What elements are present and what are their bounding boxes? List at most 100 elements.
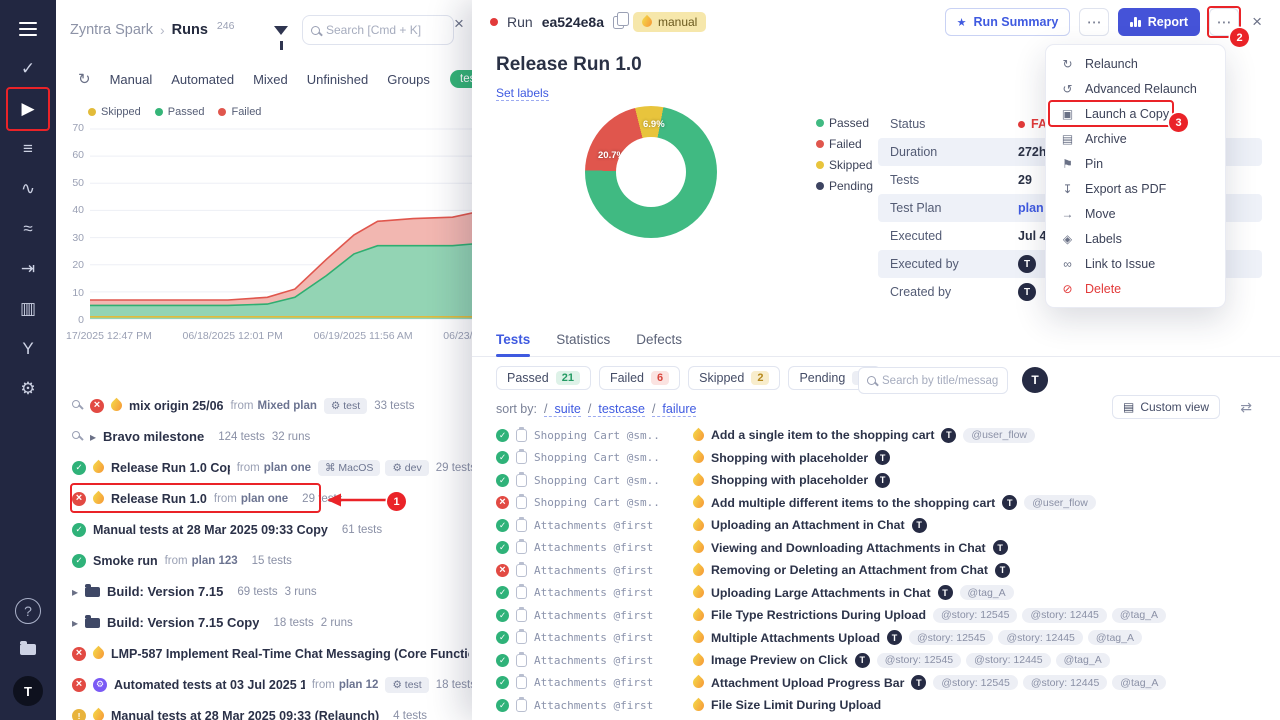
detail-tab[interactable]: Tests [496,323,530,356]
detail-tab[interactable]: Statistics [556,323,610,356]
analytics-icon[interactable]: ∿ [9,170,47,208]
plan-link[interactable]: plan one [241,493,288,505]
filter-button[interactable] [266,16,296,44]
test-row[interactable]: Attachments @first Removing or Deleting … [472,559,1280,582]
test-title[interactable]: Attachment Upload Progress Bar [711,676,904,690]
test-tag[interactable]: @tag_A [960,585,1014,600]
test-tag[interactable]: @story: 12445 [1023,675,1107,690]
suite-name[interactable]: Attachments @first [534,609,686,622]
view-settings-icon[interactable]: ⇄ [1240,399,1252,416]
run-row[interactable]: ▸ Bravo milestone 124 tests 32 runs [56,421,486,452]
run-badge[interactable]: ⌘ MacOS [318,460,380,476]
run-title[interactable]: Release Run 1.0 [111,492,207,506]
branches-icon[interactable]: Y [9,330,47,368]
user-avatar[interactable]: T [13,676,43,706]
runs-search-input[interactable] [326,23,445,37]
test-tag[interactable]: @tag_A [1056,653,1110,668]
menu-item[interactable]: ▤ Archive [1046,126,1225,151]
chevron-icon[interactable]: ▸ [90,430,96,444]
run-title[interactable]: Release Run 1.0 Copy [111,461,230,475]
test-row[interactable]: Attachments @first File Size Limit Durin… [472,694,1280,717]
plan-link[interactable]: plan one [264,462,311,474]
menu-item[interactable]: ⚑ Pin [1046,151,1225,176]
run-row[interactable]: LMP-587 Implement Real-Time Chat Messagi… [56,638,486,669]
test-tag[interactable]: @story: 12545 [933,675,1017,690]
menu-item[interactable]: ↺ Advanced Relaunch [1046,76,1225,101]
test-row[interactable]: Attachments @first Viewing and Downloadi… [472,537,1280,560]
run-row[interactable]: Smoke run from plan 123 15 tests [56,545,486,576]
test-title[interactable]: Multiple Attachments Upload [711,631,880,645]
test-title[interactable]: Shopping with placeholder [711,473,868,487]
menu-icon[interactable] [9,10,47,48]
test-tag[interactable]: @tag_A [1112,608,1166,623]
chevron-icon[interactable]: ▸ [72,616,78,630]
more-button-secondary[interactable]: ⋯ [1079,8,1109,36]
more-button-main[interactable]: ⋯ 2 [1209,8,1239,36]
menu-item[interactable]: ◈ Labels [1046,226,1225,251]
panel-close-button[interactable]: × [454,14,464,34]
run-title[interactable]: Automated tests at 03 Jul 2025 13:25 [114,678,305,692]
test-row[interactable]: Attachments @first File Type Restriction… [472,604,1280,627]
runs-icon[interactable]: ▶ [9,90,47,128]
test-row[interactable]: Shopping Cart @sm.. Add a single item to… [472,424,1280,447]
menu-item[interactable]: ↧ Export as PDF [1046,176,1225,201]
settings-icon[interactable]: ⚙ [9,370,47,408]
runs-tab[interactable]: Groups [387,72,430,87]
test-title[interactable]: Shopping with placeholder [711,451,868,465]
run-badge[interactable]: ⚙ test [324,398,367,414]
test-tag[interactable]: @story: 12545 [909,630,993,645]
test-title[interactable]: File Size Limit During Upload [711,698,881,712]
run-row[interactable]: Automated tests at 03 Jul 2025 13:25 fro… [56,669,486,700]
detail-tab[interactable]: Defects [636,323,682,356]
projects-folder-icon[interactable] [9,630,47,668]
run-title[interactable]: Manual tests at 28 Mar 2025 09:33 (Relau… [111,709,379,720]
pulse-icon[interactable]: ≈ [9,210,47,248]
reports-icon[interactable]: ▥ [9,290,47,328]
test-row[interactable]: Attachments @first Uploading an Attachme… [472,514,1280,537]
run-title[interactable]: Build: Version 7.15 [107,584,223,599]
tasks-icon[interactable]: ✓ [9,50,47,88]
run-title[interactable]: mix origin 25/06 [129,399,223,413]
menu-item[interactable]: ⊘ Delete [1046,276,1225,301]
import-icon[interactable]: ⇥ [9,250,47,288]
sort-option[interactable]: failure [652,402,697,417]
filter-pill[interactable]: Passed 21 [496,366,591,390]
test-tag[interactable]: @tag_A [1088,630,1142,645]
sort-option[interactable]: testcase [588,402,645,417]
test-title[interactable]: File Type Restrictions During Upload [711,608,926,622]
checklist-icon[interactable]: ≡ [9,130,47,168]
plan-link[interactable]: plan 123 [192,555,238,567]
runs-tab[interactable]: Automated [171,72,234,87]
run-row[interactable]: ▸ Build: Version 7.15 69 tests 3 runs [56,576,486,607]
runs-tab[interactable]: Mixed [253,72,288,87]
test-tag[interactable]: @story: 12545 [877,653,961,668]
test-row[interactable]: Attachments @first Attachment Upload Pro… [472,672,1280,695]
plan-link[interactable]: plan 12 [339,679,379,691]
suite-name[interactable]: Attachments @first [534,586,686,599]
report-button[interactable]: Report [1118,8,1200,36]
test-title[interactable]: Uploading Large Attachments in Chat [711,586,931,600]
run-title[interactable]: Smoke run [93,554,158,568]
run-row[interactable]: Release Run 1.0 from plan one 29 tests [56,483,486,514]
menu-item[interactable]: ▣ Launch a Copy 3 [1046,101,1225,126]
runs-tab[interactable]: Manual [110,72,153,87]
set-labels-link[interactable]: Set labels [496,86,549,101]
test-tag[interactable]: @story: 12545 [933,608,1017,623]
test-row[interactable]: Shopping Cart @sm.. Shopping with placeh… [472,447,1280,470]
sort-option[interactable]: suite [544,402,581,417]
suite-name[interactable]: Attachments @first [534,519,686,532]
run-title[interactable]: Manual tests at 28 Mar 2025 09:33 Copy [93,523,328,537]
refresh-icon[interactable]: ↻ [78,70,91,88]
test-row[interactable]: Attachments @first Multiple Attachments … [472,627,1280,650]
run-badge[interactable]: ⚙ test [385,677,428,693]
menu-item[interactable]: ∞ Link to Issue [1046,251,1225,276]
suite-name[interactable]: Attachments @first [534,676,686,689]
assignee-filter-button[interactable]: T [1022,367,1048,393]
filter-pill[interactable]: Skipped 2 [688,366,780,390]
run-title[interactable]: Bravo milestone [103,429,204,444]
run-row[interactable]: ▸ Build: Version 7.15 Copy 18 tests 2 ru… [56,607,486,638]
suite-name[interactable]: Shopping Cart @sm.. [534,451,686,464]
test-tag[interactable]: @user_flow [1024,495,1096,510]
run-title[interactable]: Build: Version 7.15 Copy [107,615,259,630]
run-row[interactable]: Release Run 1.0 Copy from plan one ⌘ Mac… [56,452,486,483]
